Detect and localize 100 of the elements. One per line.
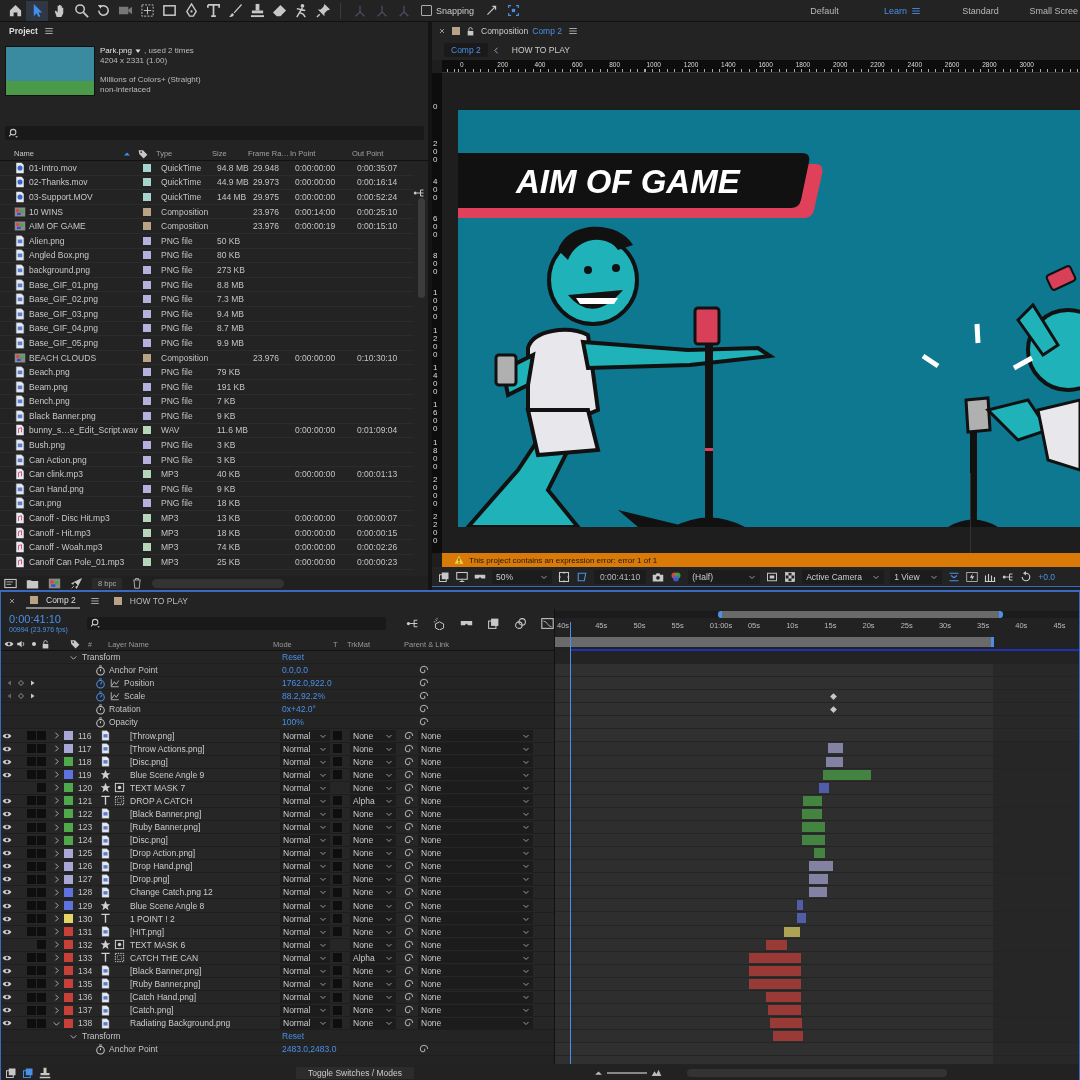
- transparency-grid-icon[interactable]: [784, 570, 797, 583]
- toggle-pixel-aspect-icon[interactable]: [948, 570, 961, 583]
- project-item[interactable]: Base_GIF_02.png PNG file 7.3 MB: [0, 292, 414, 307]
- stopwatch-icon[interactable]: [95, 664, 106, 676]
- project-item[interactable]: Bench.png PNG file 7 KB: [0, 394, 414, 410]
- blend-mode-dropdown[interactable]: Normal: [280, 808, 330, 820]
- project-item[interactable]: AIM OF GAME Composition 23.976 0:00:00:19 0:00:15:10: [0, 219, 414, 234]
- label-color-swatch[interactable]: [64, 848, 73, 858]
- blend-mode-dropdown[interactable]: Normal: [280, 769, 330, 781]
- label-color-swatch[interactable]: [64, 914, 73, 924]
- motion-blur-icon[interactable]: [514, 617, 527, 630]
- label-color-swatch[interactable]: [64, 887, 73, 897]
- blend-mode-dropdown[interactable]: Normal: [280, 730, 330, 741]
- parent-dropdown[interactable]: None: [418, 939, 533, 951]
- layer-duration-bar[interactable]: [809, 874, 828, 885]
- label-color-swatch[interactable]: [64, 901, 73, 910]
- pick-whip-icon[interactable]: [419, 1044, 429, 1055]
- track-matte-dropdown[interactable]: None: [350, 782, 396, 794]
- channels-icon[interactable]: [670, 570, 683, 583]
- track-matte-dropdown[interactable]: None: [350, 978, 396, 990]
- zoom-dropdown[interactable]: 50%: [492, 569, 552, 584]
- layer-duration-bar[interactable]: [819, 782, 829, 793]
- track-matte-dropdown[interactable]: Alpha: [350, 952, 396, 964]
- label-color-swatch[interactable]: [64, 979, 73, 989]
- pick-whip-icon[interactable]: [404, 900, 414, 911]
- pick-whip-icon[interactable]: [404, 939, 414, 950]
- project-item[interactable]: BEACH CLOUDS Composition 23.976 0:00:00:00 0:10:30:10: [0, 350, 414, 366]
- layer-duration-bar[interactable]: [797, 913, 806, 924]
- label-color-swatch[interactable]: [64, 953, 73, 963]
- parent-dropdown[interactable]: None: [418, 821, 533, 833]
- project-item[interactable]: 01-Intro.mov QuickTime 94.8 MB 29.948 0:00:00:00 0:00:35:07: [0, 161, 414, 176]
- pick-whip-icon[interactable]: [419, 665, 429, 676]
- pick-whip-icon[interactable]: [404, 992, 414, 1003]
- chevron-right-icon[interactable]: [52, 992, 61, 1002]
- layer-duration-bar[interactable]: [784, 926, 800, 937]
- track-matte-dropdown[interactable]: None: [350, 886, 396, 898]
- flowchart-icon[interactable]: [413, 187, 425, 199]
- fast-previews-icon[interactable]: [766, 570, 779, 583]
- label-color-swatch[interactable]: [64, 927, 73, 937]
- pick-whip-icon[interactable]: [404, 782, 414, 793]
- timeline-tab[interactable]: HOW TO PLAY: [109, 593, 192, 608]
- parent-dropdown[interactable]: None: [418, 847, 533, 859]
- workspace-tab[interactable]: Standard: [962, 5, 999, 16]
- pick-whip-icon[interactable]: [404, 835, 414, 846]
- zoom-out-icon[interactable]: [594, 1068, 604, 1077]
- parent-dropdown[interactable]: None: [418, 978, 533, 990]
- blend-mode-dropdown[interactable]: Normal: [280, 952, 330, 964]
- current-time-display[interactable]: 0:00:41:10: [9, 613, 80, 625]
- property-value[interactable]: 2483.0,2483.0: [282, 1044, 337, 1055]
- parent-dropdown[interactable]: None: [418, 1017, 533, 1029]
- parent-dropdown[interactable]: None: [418, 991, 533, 1003]
- layer-row[interactable]: 127 [Drop.png] Normal None None: [1, 873, 554, 887]
- layer-row[interactable]: 125 [Drop Action.png] Normal None None: [1, 847, 554, 861]
- graph-editor-icon[interactable]: [541, 617, 554, 630]
- project-item[interactable]: Can Hand.png PNG file 9 KB: [0, 482, 414, 497]
- label-color-swatch[interactable]: [64, 809, 73, 819]
- breadcrumb-tab[interactable]: Comp 2: [444, 43, 488, 57]
- pick-whip-icon[interactable]: [419, 678, 429, 689]
- menu-icon[interactable]: [911, 5, 921, 16]
- close-icon[interactable]: [438, 27, 446, 35]
- layer-row[interactable]: 123 [Ruby Banner.png] Normal None None: [1, 821, 554, 835]
- chevron-right-icon[interactable]: [52, 927, 61, 937]
- project-item[interactable]: Alien.png PNG file 50 KB: [0, 233, 414, 249]
- parent-dropdown[interactable]: None: [418, 834, 533, 846]
- lock-icon[interactable]: [466, 26, 475, 36]
- property-value[interactable]: 1762.0,922.0: [282, 678, 332, 689]
- blend-mode-dropdown[interactable]: Normal: [280, 978, 330, 990]
- resolution-dropdown[interactable]: (Half): [688, 569, 761, 584]
- parent-dropdown[interactable]: None: [418, 782, 533, 794]
- chevron-right-icon[interactable]: [52, 914, 61, 924]
- label-color-swatch[interactable]: [64, 796, 73, 806]
- menu-icon[interactable]: [568, 26, 578, 36]
- label-color-swatch[interactable]: [64, 874, 73, 884]
- label-color-swatch[interactable]: [64, 940, 73, 950]
- pick-whip-icon[interactable]: [404, 861, 414, 872]
- label-color-swatch[interactable]: [64, 992, 73, 1002]
- track-matte-dropdown[interactable]: None: [350, 743, 396, 755]
- layer-duration-bar[interactable]: [809, 887, 827, 898]
- blend-mode-dropdown[interactable]: Normal: [280, 860, 330, 872]
- project-item[interactable]: Base_GIF_05.png PNG file 9.9 MB: [0, 336, 414, 351]
- parent-dropdown[interactable]: None: [418, 952, 533, 964]
- pick-whip-icon[interactable]: [404, 730, 414, 741]
- chevron-right-icon[interactable]: [52, 979, 61, 989]
- blend-mode-dropdown[interactable]: Normal: [280, 847, 330, 859]
- search-field[interactable]: [5, 126, 424, 140]
- blend-mode-dropdown[interactable]: Normal: [280, 795, 330, 807]
- blend-mode-dropdown[interactable]: Normal: [280, 743, 330, 755]
- parent-dropdown[interactable]: None: [418, 795, 533, 807]
- chevron-right-icon[interactable]: [52, 1005, 61, 1015]
- track-matte-dropdown[interactable]: None: [350, 769, 396, 781]
- pick-whip-icon[interactable]: [404, 756, 414, 767]
- layer-duration-bar[interactable]: [809, 861, 833, 872]
- home-icon[interactable]: [7, 3, 23, 18]
- label-color-swatch[interactable]: [64, 861, 73, 871]
- label-color-swatch[interactable]: [64, 770, 73, 780]
- pick-whip-icon[interactable]: [419, 691, 429, 702]
- timing-controls-icon[interactable]: [39, 1066, 51, 1079]
- timeline-tab[interactable]: Comp 2: [26, 592, 80, 609]
- pick-whip-icon[interactable]: [404, 769, 414, 780]
- parent-dropdown[interactable]: None: [418, 730, 533, 741]
